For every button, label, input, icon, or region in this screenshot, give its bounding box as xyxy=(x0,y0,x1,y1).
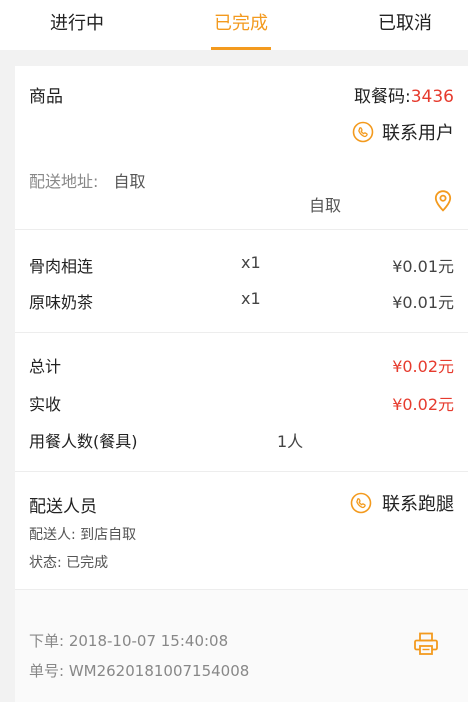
total-value: ¥0.02元 xyxy=(392,357,454,376)
diners-value: 1人 xyxy=(277,432,304,451)
item-qty: x1 xyxy=(241,289,261,308)
tab-completed[interactable]: 已完成 xyxy=(194,0,288,50)
order-card: 商品 取餐码:3436 联系用户 配送地址: 自取 自取 骨肉相连 x1 ¥0.… xyxy=(15,66,468,702)
address-label: 配送地址: 自取 xyxy=(29,168,146,192)
status-line: 状态: 已完成 xyxy=(29,555,109,571)
contact-runner-label: 联系跑腿 xyxy=(382,494,454,515)
item-price: ¥0.01元 xyxy=(392,257,454,276)
printer-icon[interactable] xyxy=(413,632,439,656)
divider xyxy=(15,332,468,333)
item-qty: x1 xyxy=(241,253,261,272)
status-tabs: 进行中 已完成 已取消 xyxy=(0,0,468,50)
goods-label: 商品 xyxy=(29,87,63,107)
divider xyxy=(15,229,468,230)
contact-user-label: 联系用户 xyxy=(382,123,454,144)
contact-user-button[interactable]: 联系用户 xyxy=(352,120,454,144)
phone-icon xyxy=(352,121,374,143)
order-number: 单号: WM2620181007154008 xyxy=(29,662,250,680)
tab-cancelled[interactable]: 已取消 xyxy=(358,0,452,50)
tab-completed-label: 已完成 xyxy=(214,13,268,34)
pickup-code-label: 取餐码: xyxy=(354,87,411,107)
diners-label: 用餐人数(餐具) xyxy=(29,432,138,451)
pickup-code-value: 3436 xyxy=(410,87,454,107)
divider xyxy=(15,471,468,472)
courier-line: 配送人: 到店自取 xyxy=(29,527,137,543)
received-label: 实收 xyxy=(29,395,62,414)
address-label-text: 配送地址: xyxy=(29,172,99,191)
total-label: 总计 xyxy=(29,357,62,376)
received-value: ¥0.02元 xyxy=(392,395,454,414)
item-price: ¥0.01元 xyxy=(392,293,454,312)
contact-runner-button[interactable]: 联系跑腿 xyxy=(350,490,454,516)
item-name: 骨肉相连 xyxy=(29,257,94,276)
address-detail: 自取 xyxy=(309,196,342,215)
phone-icon xyxy=(350,492,372,514)
order-time: 下单: 2018-10-07 15:40:08 xyxy=(29,632,229,650)
order-footer: 下单: 2018-10-07 15:40:08 单号: WM2620181007… xyxy=(15,590,468,702)
item-name: 原味奶茶 xyxy=(29,293,94,312)
address-value: 自取 xyxy=(113,172,146,191)
delivery-title: 配送人员 xyxy=(29,497,97,517)
pickup-code: 取餐码:3436 xyxy=(354,82,454,107)
active-tab-indicator xyxy=(211,47,271,50)
tab-in-progress[interactable]: 进行中 xyxy=(30,0,124,50)
location-pin-icon[interactable] xyxy=(434,190,452,212)
